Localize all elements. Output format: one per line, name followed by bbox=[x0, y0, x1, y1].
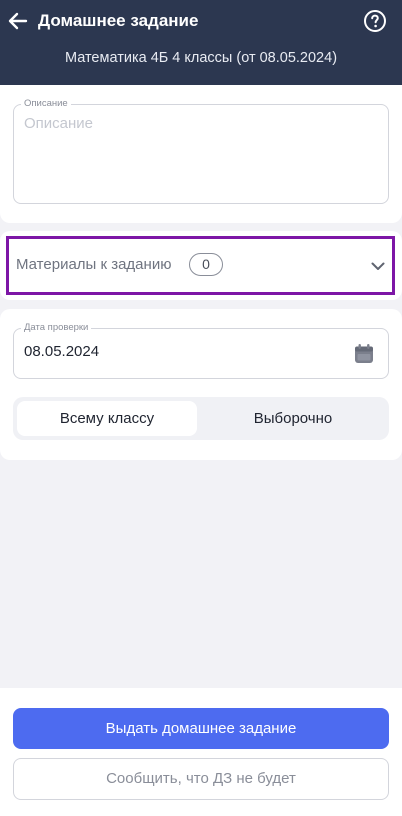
page-title: Домашнее задание bbox=[38, 11, 199, 30]
check-date-field[interactable]: Дата проверки 08.05.2024 bbox=[13, 322, 389, 379]
question-circle-icon[interactable] bbox=[363, 9, 387, 33]
check-date-card: Дата проверки 08.05.2024 Всему классу Вы… bbox=[0, 309, 402, 460]
app-header: Домашнее задание Математика 4Б 4 классы … bbox=[0, 0, 402, 85]
check-date-label: Дата проверки bbox=[21, 322, 92, 334]
chevron-down-icon[interactable] bbox=[370, 258, 386, 274]
description-placeholder: Описание bbox=[24, 115, 94, 132]
description-card: Описание Описание bbox=[0, 85, 402, 223]
arrow-left-icon[interactable] bbox=[6, 9, 30, 33]
description-field[interactable]: Описание Описание bbox=[13, 98, 389, 204]
materials-count-badge: 0 bbox=[189, 253, 223, 276]
assign-to-segmented-control: Всему классу Выборочно bbox=[13, 397, 389, 440]
no-homework-button[interactable]: Сообщить, что ДЗ не будет bbox=[13, 758, 389, 800]
lesson-subtitle: Математика 4Б 4 классы (от 08.05.2024) bbox=[64, 50, 338, 66]
materials-accordion[interactable]: Материалы к заданию 0 bbox=[6, 236, 395, 295]
materials-label: Материалы к заданию bbox=[16, 256, 172, 273]
check-date-value: 08.05.2024 bbox=[24, 343, 100, 360]
segment-selective[interactable]: Выборочно bbox=[201, 401, 385, 436]
description-label: Описание bbox=[21, 98, 71, 110]
segment-whole-class[interactable]: Всему классу bbox=[17, 401, 197, 436]
issue-homework-button[interactable]: Выдать домашнее задание bbox=[13, 708, 389, 749]
materials-card: Материалы к заданию 0 bbox=[0, 231, 402, 300]
bottom-actions: Выдать домашнее задание Сообщить, что ДЗ… bbox=[0, 688, 402, 816]
calendar-icon[interactable] bbox=[353, 343, 375, 365]
